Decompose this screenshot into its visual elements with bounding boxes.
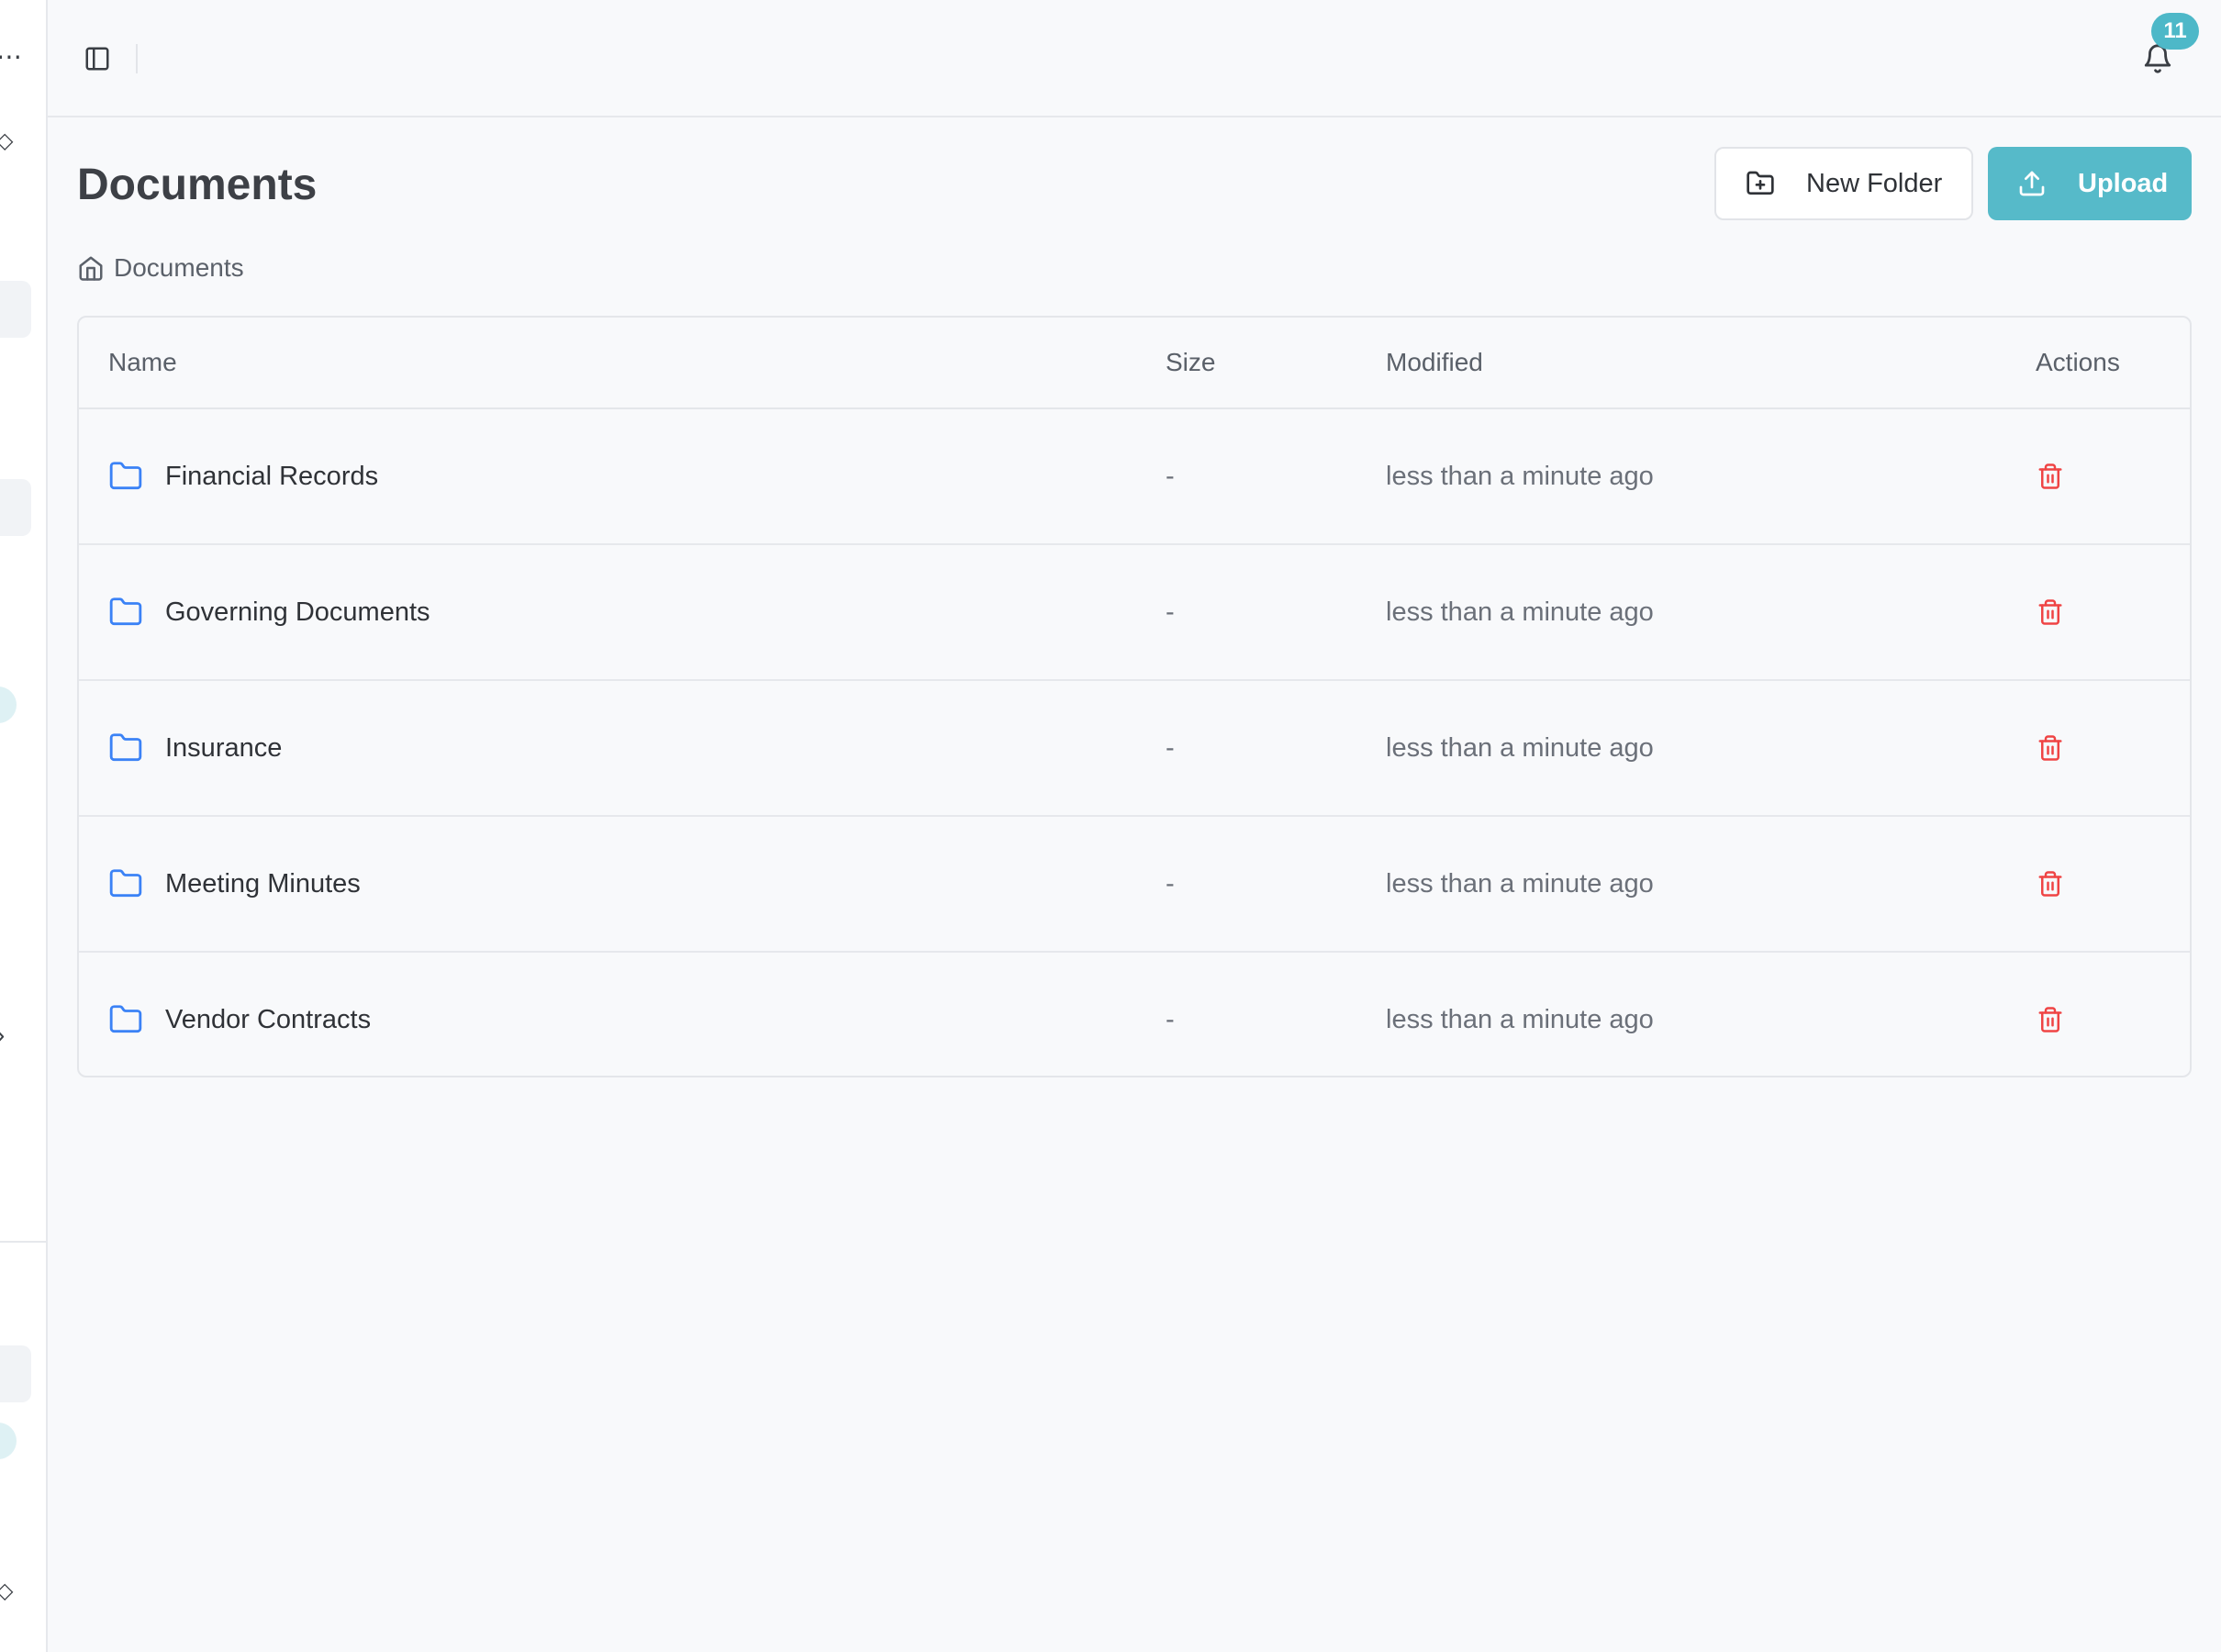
size-cell: - bbox=[1166, 1004, 1175, 1034]
column-header-modified[interactable]: Modified bbox=[1386, 318, 1483, 407]
breadcrumb[interactable]: Documents bbox=[77, 250, 244, 286]
modified-cell: less than a minute ago bbox=[1386, 1004, 1654, 1034]
breadcrumb-home-label: Documents bbox=[114, 253, 244, 282]
page-title: Documents bbox=[77, 161, 318, 209]
folder-name[interactable]: Insurance bbox=[165, 733, 282, 764]
home-icon bbox=[79, 256, 103, 281]
folder-icon bbox=[109, 869, 142, 898]
column-header-actions: Actions bbox=[2036, 348, 2120, 376]
actions-cell bbox=[2030, 409, 2070, 543]
folder-plus-icon bbox=[1747, 171, 1774, 195]
top-bar: 11 bbox=[48, 0, 2221, 117]
table-row[interactable]: Vendor Contracts - less than a minute ag… bbox=[79, 953, 2190, 1076]
sidebar-item[interactable] bbox=[0, 281, 31, 338]
size-cell: - bbox=[1166, 868, 1175, 899]
modified-cell: less than a minute ago bbox=[1386, 461, 1654, 491]
delete-button[interactable] bbox=[2030, 728, 2070, 768]
upload-label: Upload bbox=[2078, 168, 2169, 198]
folder-name[interactable]: Financial Records bbox=[165, 462, 378, 492]
size-cell: - bbox=[1166, 597, 1175, 627]
name-cell[interactable]: Meeting Minutes bbox=[108, 817, 361, 951]
actions-cell bbox=[2030, 681, 2070, 815]
topbar-divider bbox=[136, 44, 138, 73]
trash-icon bbox=[2038, 871, 2062, 897]
folder-name[interactable]: Meeting Minutes bbox=[165, 869, 361, 899]
column-header-name[interactable]: Name bbox=[108, 318, 177, 407]
sidebar-chevron-right-icon[interactable]: › bbox=[0, 1022, 5, 1048]
modified-cell: less than a minute ago bbox=[1386, 868, 1654, 899]
trash-icon bbox=[2038, 1007, 2062, 1032]
sidebar-divider bbox=[0, 1241, 46, 1243]
table-row[interactable]: Insurance - less than a minute ago bbox=[79, 681, 2190, 817]
new-folder-button[interactable]: New Folder bbox=[1714, 147, 1973, 220]
trash-icon bbox=[2038, 735, 2062, 761]
size-cell: - bbox=[1166, 461, 1175, 491]
name-cell[interactable]: Financial Records bbox=[108, 409, 378, 543]
sidebar-badge bbox=[0, 686, 17, 723]
upload-icon bbox=[2019, 171, 2045, 196]
actions-cell bbox=[2030, 545, 2070, 679]
actions-cell bbox=[2030, 953, 2070, 1076]
notification-count-badge: 11 bbox=[2151, 13, 2199, 50]
delete-button[interactable] bbox=[2030, 864, 2070, 904]
table-header: Name Size Modified Actions bbox=[79, 318, 2190, 409]
folder-icon bbox=[109, 597, 142, 626]
documents-table: Name Size Modified Actions Financial Rec… bbox=[77, 316, 2192, 1077]
delete-button[interactable] bbox=[2030, 456, 2070, 497]
new-folder-label: New Folder bbox=[1806, 168, 1943, 198]
sidebar-item[interactable] bbox=[0, 1345, 31, 1402]
delete-button[interactable] bbox=[2030, 592, 2070, 632]
sidebar-toggle-icon bbox=[85, 47, 109, 71]
size-cell: - bbox=[1166, 732, 1175, 763]
sidebar-chevron-icon[interactable]: ◇ bbox=[0, 130, 13, 152]
folder-name[interactable]: Governing Documents bbox=[165, 597, 430, 628]
sidebar-toggle-button[interactable] bbox=[79, 40, 116, 77]
folder-icon bbox=[109, 1005, 142, 1033]
name-cell[interactable]: Insurance bbox=[108, 681, 282, 815]
table-row[interactable]: Governing Documents - less than a minute… bbox=[79, 545, 2190, 681]
name-cell[interactable]: Governing Documents bbox=[108, 545, 430, 679]
sidebar-item[interactable] bbox=[0, 479, 31, 536]
folder-icon bbox=[109, 733, 142, 762]
modified-cell: less than a minute ago bbox=[1386, 732, 1654, 763]
sidebar-badge bbox=[0, 1423, 17, 1459]
table-row[interactable]: Meeting Minutes - less than a minute ago bbox=[79, 817, 2190, 953]
name-cell[interactable]: Vendor Contracts bbox=[108, 953, 371, 1076]
trash-icon bbox=[2038, 463, 2062, 489]
upload-button[interactable]: Upload bbox=[1988, 147, 2192, 220]
modified-cell: less than a minute ago bbox=[1386, 597, 1654, 627]
trash-icon bbox=[2038, 599, 2062, 625]
folder-icon bbox=[109, 462, 142, 490]
table-row[interactable]: Financial Records - less than a minute a… bbox=[79, 409, 2190, 545]
sidebar-chevron-icon[interactable]: ◇ bbox=[0, 1580, 13, 1602]
folder-name[interactable]: Vendor Contracts bbox=[165, 1005, 371, 1035]
column-header-size[interactable]: Size bbox=[1166, 318, 1215, 407]
sidebar: ⋯ ◇ › ◇ bbox=[0, 0, 48, 1652]
actions-cell bbox=[2030, 817, 2070, 951]
sidebar-more-icon[interactable]: ⋯ bbox=[0, 44, 22, 70]
delete-button[interactable] bbox=[2030, 999, 2070, 1040]
